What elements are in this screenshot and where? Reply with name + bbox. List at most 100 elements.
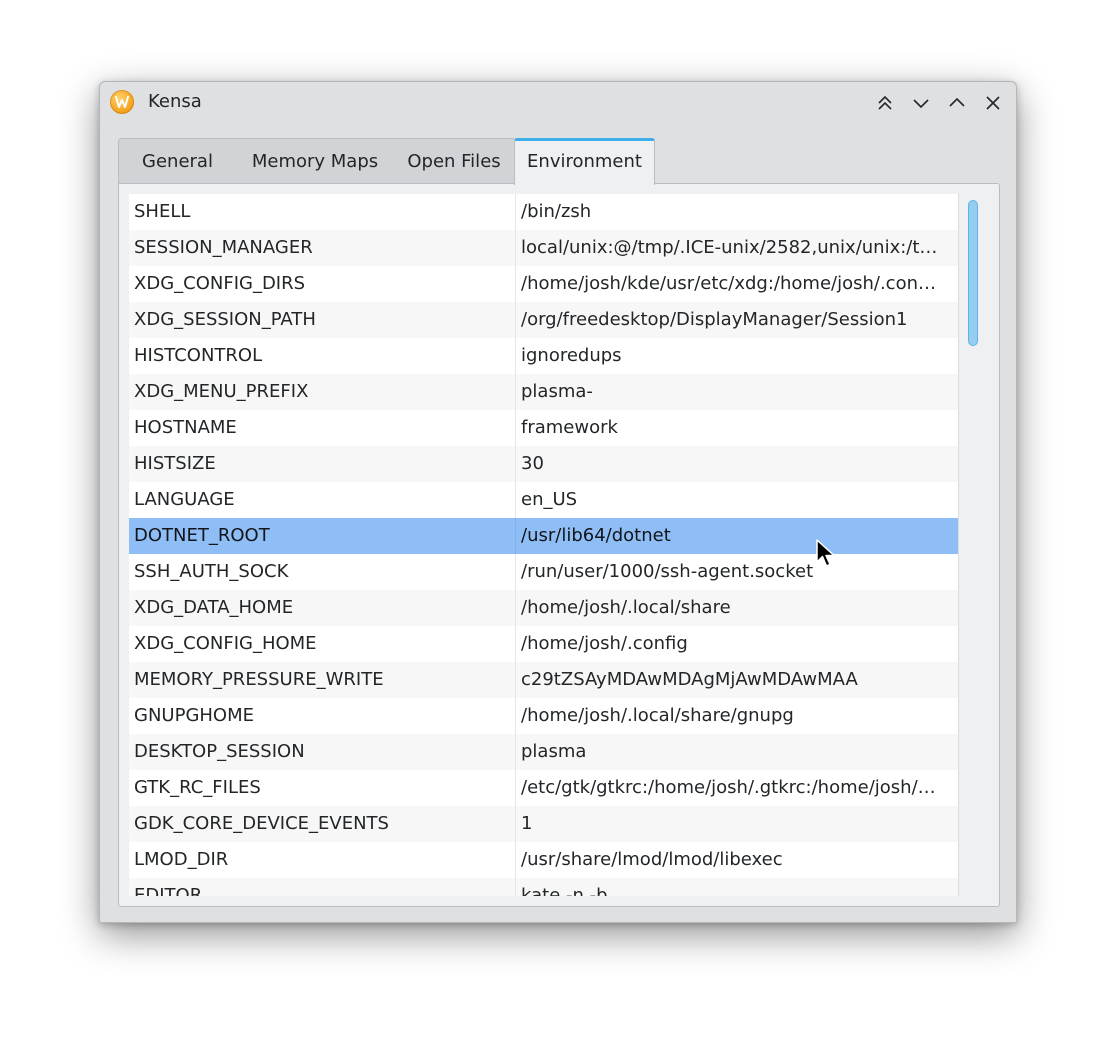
- table-row[interactable]: GTK_RC_FILES/etc/gtk/gtkrc:/home/josh/.g…: [129, 770, 958, 806]
- table-row[interactable]: GNUPGHOME/home/josh/.local/share/gnupg: [129, 698, 958, 734]
- variable-name-cell: DESKTOP_SESSION: [134, 741, 305, 762]
- column-separator: [515, 302, 516, 338]
- minimize-icon: [911, 93, 931, 113]
- variable-value-cell: framework: [521, 417, 618, 438]
- variable-name-cell: MEMORY_PRESSURE_WRITE: [134, 669, 384, 690]
- table-row[interactable]: XDG_CONFIG_DIRS/home/josh/kde/usr/etc/xd…: [129, 266, 958, 302]
- variable-value-cell: 1: [521, 813, 533, 834]
- column-separator: [515, 590, 516, 626]
- table-row[interactable]: DESKTOP_SESSION plasma: [129, 734, 958, 770]
- column-separator: [515, 626, 516, 662]
- column-separator: [515, 518, 516, 554]
- column-separator: [515, 554, 516, 590]
- table-row[interactable]: GDK_CORE_DEVICE_EVENTS 1: [129, 806, 958, 842]
- table-row[interactable]: SHELL/bin/zsh: [129, 194, 958, 230]
- column-separator: [515, 842, 516, 878]
- vertical-scrollbar[interactable]: [958, 194, 988, 896]
- variable-name-cell: EDITOR: [134, 885, 203, 896]
- variable-value-cell: /org/freedesktop/DisplayManager/Session1: [521, 309, 908, 330]
- column-separator: [515, 410, 516, 446]
- table-row[interactable]: XDG_CONFIG_HOME/home/josh/.config: [129, 626, 958, 662]
- table-row[interactable]: XDG_DATA_HOME/home/josh/.local/share: [129, 590, 958, 626]
- variable-name-cell: SESSION_MANAGER: [134, 237, 313, 258]
- variable-name-cell: LANGUAGE: [134, 489, 235, 510]
- table-row[interactable]: EDITOR kate -n -b: [129, 878, 958, 896]
- variable-name-cell: HOSTNAME: [134, 417, 237, 438]
- variable-value-cell: /etc/gtk/gtkrc:/home/josh/.gtkrc:/home/j…: [521, 777, 936, 798]
- table-row[interactable]: SSH_AUTH_SOCK/run/user/1000/ssh-agent.so…: [129, 554, 958, 590]
- variable-value-cell: /home/josh/.config: [521, 633, 688, 654]
- variable-value-cell: kate -n -b: [521, 885, 608, 896]
- column-separator: [515, 698, 516, 734]
- close-icon: [983, 93, 1003, 113]
- variable-value-cell: /home/josh/.local/share: [521, 597, 731, 618]
- variable-value-cell: /bin/zsh: [521, 201, 592, 222]
- column-separator: [515, 230, 516, 266]
- variable-value-cell: local/unix:@/tmp/.ICE-unix/2582,unix/uni…: [521, 237, 938, 258]
- table-row[interactable]: HISTCONTROL ignoredups: [129, 338, 958, 374]
- table-row[interactable]: MEMORY_PRESSURE_WRITE c29tZSAyMDAwMDAgMjA…: [129, 662, 958, 698]
- table-row[interactable]: LMOD_DIR/usr/share/lmod/lmod/libexec: [129, 842, 958, 878]
- kensa-window: Kensa General Memory Maps Open Files Env…: [99, 81, 1017, 923]
- kensa-logo-icon: [110, 90, 134, 114]
- variable-name-cell: LMOD_DIR: [134, 849, 229, 870]
- variable-value-cell: /home/josh/kde/usr/etc/xdg:/home/josh/.c…: [521, 273, 936, 294]
- tab-memory-maps[interactable]: Memory Maps: [236, 138, 394, 184]
- variable-name-cell: XDG_MENU_PREFIX: [134, 381, 309, 402]
- variable-name-cell: DOTNET_ROOT: [134, 525, 270, 546]
- variable-value-cell: plasma: [521, 741, 587, 762]
- tab-open-files[interactable]: Open Files: [394, 138, 514, 184]
- column-separator: [515, 770, 516, 806]
- variable-value-cell: /usr/lib64/dotnet: [521, 525, 671, 546]
- variable-value-cell: /usr/share/lmod/lmod/libexec: [521, 849, 783, 870]
- tab-general[interactable]: General: [118, 138, 236, 184]
- variable-value-cell: ignoredups: [521, 345, 622, 366]
- column-separator: [515, 338, 516, 374]
- window-title: Kensa: [148, 91, 202, 112]
- column-separator: [515, 734, 516, 770]
- variable-value-cell: /run/user/1000/ssh-agent.socket: [521, 561, 814, 582]
- variable-value-cell: en_US: [521, 489, 578, 510]
- variable-value-cell: c29tZSAyMDAwMDAgMjAwMDAwMAA: [521, 669, 858, 690]
- column-separator: [515, 662, 516, 698]
- column-separator: [515, 374, 516, 410]
- variable-value-cell: 30: [521, 453, 544, 474]
- table-row[interactable]: SESSION_MANAGER local/unix:@/tmp/.ICE-uni…: [129, 230, 958, 266]
- variable-name-cell: XDG_SESSION_PATH: [134, 309, 316, 330]
- variable-name-cell: SSH_AUTH_SOCK: [134, 561, 289, 582]
- column-separator: [515, 806, 516, 842]
- column-separator: [515, 878, 516, 896]
- table-row[interactable]: DOTNET_ROOT/usr/lib64/dotnet: [129, 518, 958, 554]
- column-separator: [515, 482, 516, 518]
- scrollbar-thumb[interactable]: [968, 200, 978, 346]
- table-row[interactable]: HOSTNAME framework: [129, 410, 958, 446]
- variable-name-cell: GTK_RC_FILES: [134, 777, 261, 798]
- variable-name-cell: SHELL: [134, 201, 191, 222]
- table-row[interactable]: XDG_MENU_PREFIX plasma-: [129, 374, 958, 410]
- keep-above-button[interactable]: [873, 91, 897, 115]
- variable-value-cell: plasma-: [521, 381, 593, 402]
- maximize-icon: [947, 93, 967, 113]
- column-separator: [515, 446, 516, 482]
- table-row[interactable]: HISTSIZE 30: [129, 446, 958, 482]
- title-bar[interactable]: Kensa: [100, 82, 1016, 124]
- environment-table[interactable]: SHELL/bin/zsh SESSION_MANAGER local/unix:@…: [129, 194, 958, 896]
- variable-name-cell: HISTCONTROL: [134, 345, 263, 366]
- column-separator: [515, 266, 516, 302]
- variable-name-cell: XDG_CONFIG_HOME: [134, 633, 317, 654]
- variable-name-cell: GNUPGHOME: [134, 705, 254, 726]
- close-button[interactable]: [981, 91, 1005, 115]
- variable-value-cell: /home/josh/.local/share/gnupg: [521, 705, 794, 726]
- minimize-button[interactable]: [909, 91, 933, 115]
- maximize-button[interactable]: [945, 91, 969, 115]
- variable-name-cell: HISTSIZE: [134, 453, 216, 474]
- table-row[interactable]: XDG_SESSION_PATH/org/freedesktop/Display…: [129, 302, 958, 338]
- table-row[interactable]: LANGUAGE en_US: [129, 482, 958, 518]
- column-separator: [515, 194, 516, 230]
- variable-name-cell: XDG_DATA_HOME: [134, 597, 294, 618]
- environment-panel: SHELL/bin/zsh SESSION_MANAGER local/unix:@…: [118, 183, 1000, 907]
- variable-name-cell: XDG_CONFIG_DIRS: [134, 273, 306, 294]
- variable-name-cell: GDK_CORE_DEVICE_EVENTS: [134, 813, 389, 834]
- tab-environment[interactable]: Environment: [514, 138, 655, 185]
- keep-above-icon: [875, 93, 895, 113]
